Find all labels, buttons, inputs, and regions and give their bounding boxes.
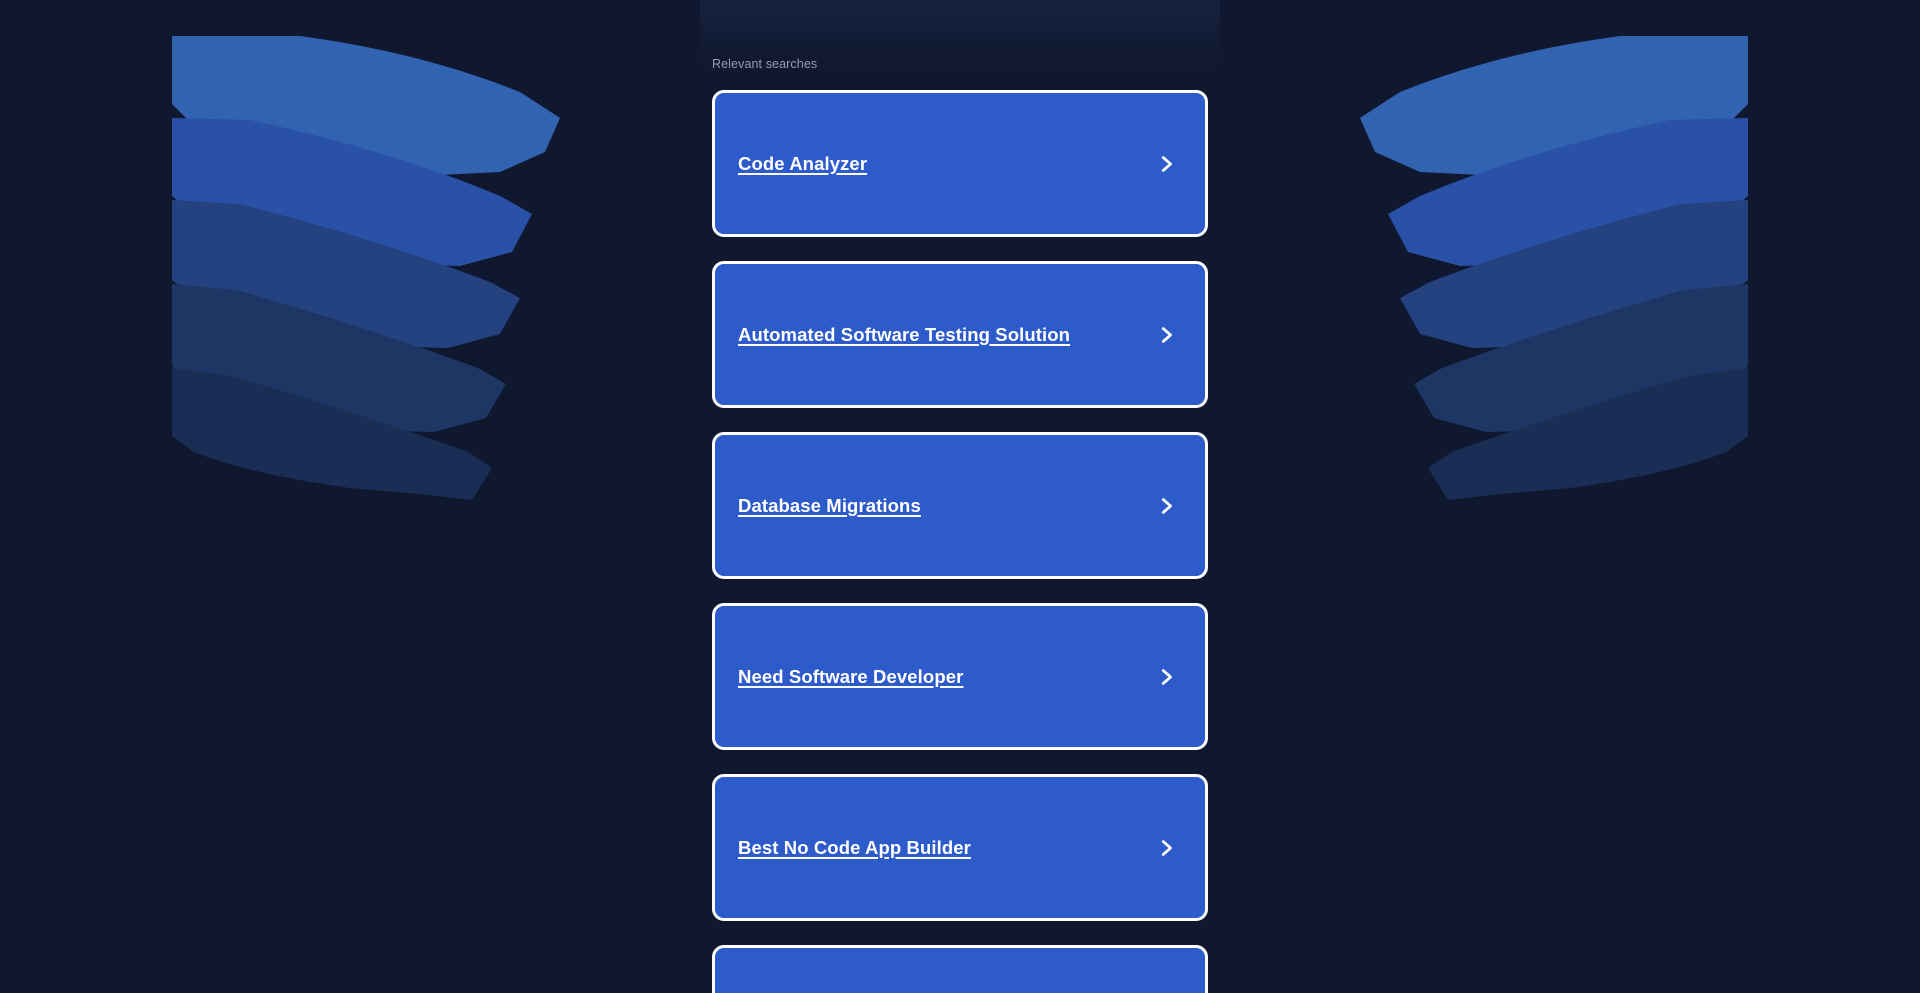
wave-band-3 (172, 200, 520, 348)
wave-band-2 (1388, 118, 1748, 266)
chevron-right-icon (1155, 495, 1177, 517)
wave-band-2 (172, 118, 532, 266)
wave-band-group (172, 36, 560, 500)
wave-band-5 (1428, 368, 1748, 500)
search-result-title: Best No Code App Builder (738, 836, 971, 858)
wave-band-1 (1360, 36, 1748, 176)
wave-band-3 (1400, 200, 1748, 348)
chevron-right-icon (1155, 324, 1177, 346)
search-result-card-1[interactable]: Code Analyzer (712, 90, 1208, 237)
section-label-relevant-searches: Relevant searches (712, 57, 818, 71)
wave-band-4 (1414, 284, 1748, 432)
search-result-card-6[interactable] (712, 945, 1208, 993)
search-result-card-3[interactable]: Database Migrations (712, 432, 1208, 579)
wave-band-group (1360, 36, 1748, 500)
chevron-right-icon (1155, 666, 1177, 688)
background-art-right (1220, 0, 1920, 993)
search-result-title: Automated Software Testing Solution (738, 323, 1071, 345)
search-result-card-5[interactable]: Best No Code App Builder (712, 774, 1208, 921)
search-result-card-2[interactable]: Automated Software Testing Solution (712, 261, 1208, 408)
chevron-right-icon (1155, 153, 1177, 175)
search-result-title: Code Analyzer (738, 152, 868, 174)
wave-band-5 (172, 368, 492, 500)
relevant-searches-panel: Relevant searches Code Analyzer Automate… (700, 0, 1220, 993)
search-result-title: Database Migrations (738, 494, 921, 516)
chevron-right-icon (1155, 837, 1177, 859)
search-result-card-4[interactable]: Need Software Developer (712, 603, 1208, 750)
wave-band-4 (172, 284, 506, 432)
background-art-left (0, 0, 700, 993)
search-result-title: Need Software Developer (738, 665, 964, 687)
search-result-list: Code Analyzer Automated Software Testing… (700, 90, 1220, 993)
wave-band-1 (172, 36, 560, 176)
